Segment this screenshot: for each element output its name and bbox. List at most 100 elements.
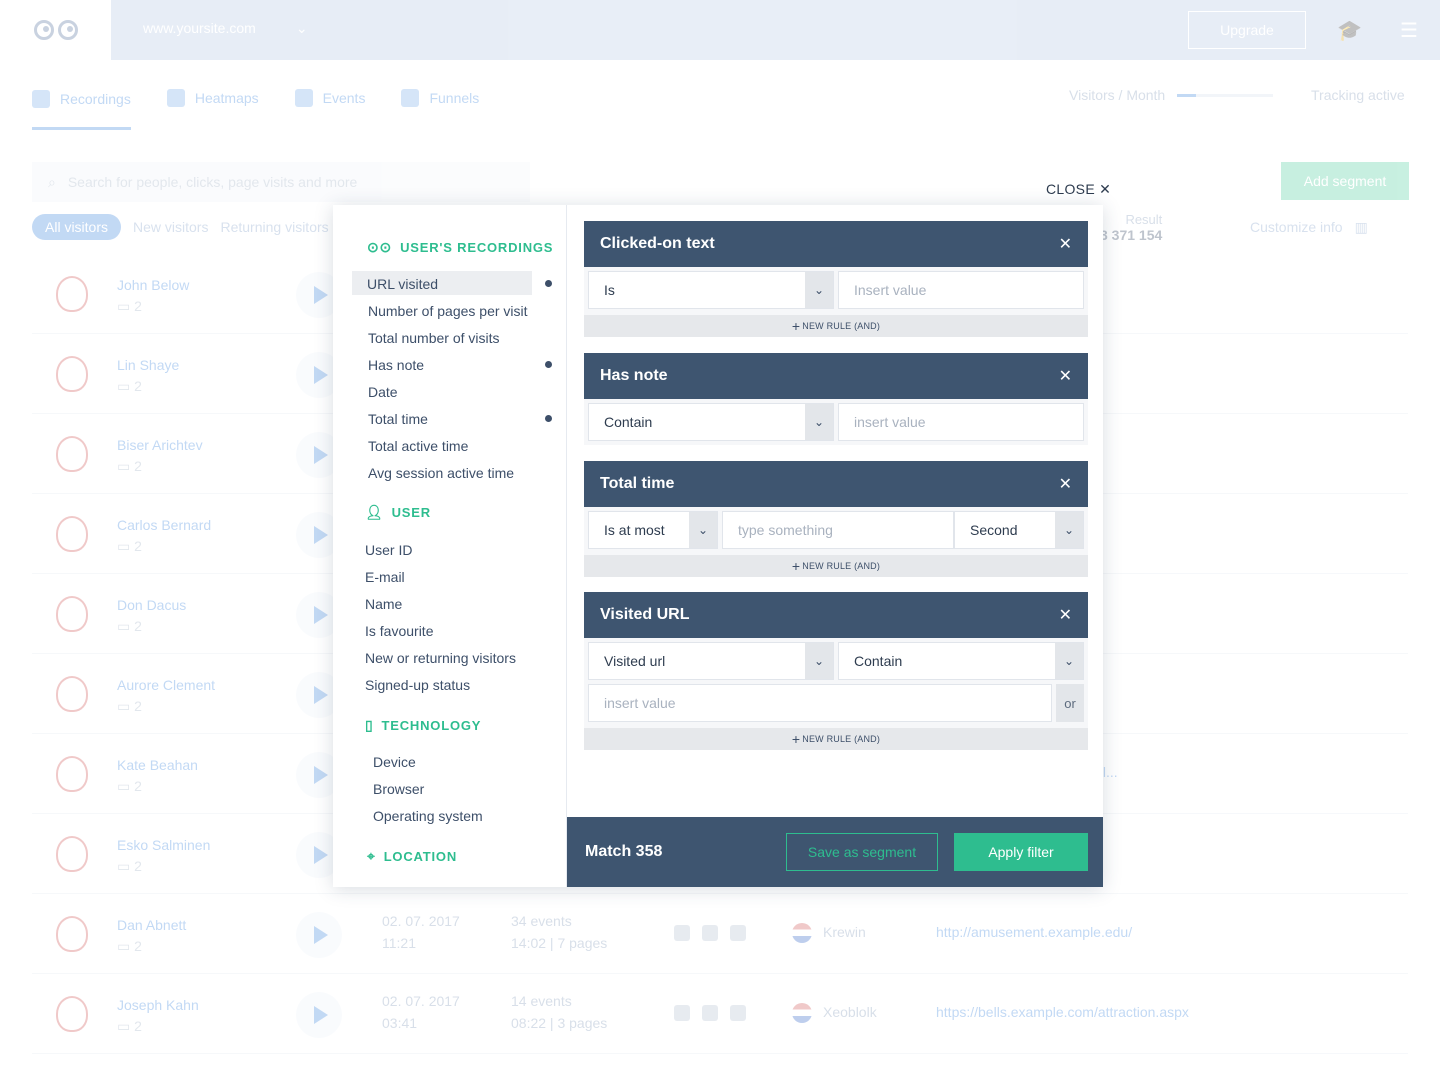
user-name[interactable]: Don Dacus	[117, 597, 186, 613]
sidebar-item-operating-system[interactable]: Operating system	[373, 808, 483, 824]
unit-select[interactable]: Second ⌄	[954, 511, 1084, 549]
avatar	[56, 916, 88, 952]
user-name[interactable]: Kate Beahan	[117, 757, 198, 773]
new-rule-button[interactable]: + NEW RULE (AND)	[584, 555, 1088, 577]
user-icon: 👤︎	[365, 504, 384, 520]
save-as-segment-button[interactable]: Save as segment	[786, 833, 938, 871]
page-url[interactable]: http://amusement.example.edu/	[936, 924, 1132, 940]
sidebar-item-avg-session-active-time[interactable]: Avg session active time	[368, 465, 514, 481]
sidebar-item-pages-per-visit[interactable]: Number of pages per visit	[368, 303, 528, 319]
play-button[interactable]	[296, 992, 342, 1038]
sidebar-item-total-visits[interactable]: Total number of visits	[368, 330, 500, 346]
pill-all-visitors[interactable]: All visitors	[32, 214, 122, 240]
tab-events[interactable]: Events	[294, 84, 365, 112]
visitors-meter: Visitors / Month	[1069, 87, 1274, 103]
value-input[interactable]: Insert value	[838, 271, 1084, 309]
recording-count: ▭ 2	[117, 378, 142, 394]
operator-select[interactable]: Contain ⌄	[838, 642, 1084, 680]
filter-rule-row: Is ⌄ Insert value	[584, 271, 1088, 309]
hamburger-menu-icon[interactable]: ☰	[1400, 18, 1418, 43]
heatmap-icon	[166, 89, 185, 107]
user-name[interactable]: Dan Abnett	[117, 917, 186, 933]
category-title: USER'S RECORDINGS	[400, 240, 554, 255]
site-select[interactable]: www.yoursite.com ⌄	[143, 20, 308, 37]
remove-filter-icon[interactable]: ✕	[1059, 234, 1072, 254]
pill-new-visitors[interactable]: New visitors	[133, 219, 208, 235]
customize-info-button[interactable]: Customize info ▥	[1250, 219, 1368, 236]
sidebar-item-total-time[interactable]: Total time	[368, 411, 428, 427]
table-row[interactable]: Joseph Kahn ▭ 2 02. 07. 2017 03:41 14 events…	[32, 974, 1408, 1054]
remove-filter-icon[interactable]: ✕	[1059, 605, 1072, 625]
sidebar-item-signed-up-status[interactable]: Signed-up status	[365, 677, 470, 693]
recording-count-value: 2	[134, 778, 142, 794]
sidebar-item-browser[interactable]: Browser	[373, 781, 424, 797]
recording-count-value: 2	[134, 298, 142, 314]
operator-select[interactable]: Contain ⌄	[588, 403, 834, 441]
recording-count-value: 2	[134, 618, 142, 634]
user-name[interactable]: Joseph Kahn	[117, 997, 199, 1013]
recording-count: ▭ 2	[117, 938, 142, 954]
field-value: Visited url	[604, 653, 666, 669]
recording-count: ▭ 2	[117, 778, 142, 794]
device-icons	[674, 925, 746, 941]
time-value: 11:21	[382, 935, 416, 951]
operator-select[interactable]: Is at most ⌄	[588, 511, 718, 549]
remove-filter-icon[interactable]: ✕	[1059, 366, 1072, 386]
new-rule-button[interactable]: + NEW RULE (AND)	[584, 315, 1088, 337]
remove-filter-icon[interactable]: ✕	[1059, 474, 1072, 494]
filter-card-has-note: Has note ✕ Contain ⌄ insert value	[584, 353, 1088, 445]
or-button[interactable]: or	[1056, 684, 1084, 722]
tab-funnels[interactable]: Funnels	[401, 84, 479, 112]
user-name[interactable]: Carlos Bernard	[117, 517, 211, 533]
chevron-down-icon: ⌄	[295, 20, 308, 36]
user-name[interactable]: Esko Salminen	[117, 837, 210, 853]
flag-icon	[792, 1003, 812, 1023]
close-button[interactable]: CLOSE ✕	[1046, 181, 1111, 198]
tab-recordings[interactable]: Recordings	[32, 84, 131, 130]
sidebar-item-total-active-time[interactable]: Total active time	[368, 438, 468, 454]
tab-heatmaps[interactable]: Heatmaps	[166, 84, 259, 112]
sidebar-item-name[interactable]: Name	[365, 596, 402, 612]
recording-count: ▭ 2	[117, 698, 142, 714]
graduation-cap-icon[interactable]: 🎓	[1337, 18, 1362, 43]
category-title: USER	[391, 505, 431, 520]
sidebar-item-user-id[interactable]: User ID	[365, 542, 412, 558]
filter-card-clicked-text: Clicked-on text ✕ Is ⌄ Insert value + NE…	[584, 221, 1088, 337]
avatar	[56, 996, 88, 1032]
sidebar-item-url-visited[interactable]: URL visited	[352, 271, 532, 295]
apply-filter-button[interactable]: Apply filter	[954, 833, 1088, 871]
sidebar-item-date[interactable]: Date	[368, 384, 398, 400]
sidebar-item-email[interactable]: E-mail	[365, 569, 405, 585]
user-name[interactable]: Aurore Clement	[117, 677, 215, 693]
events-value: 14 events	[511, 993, 572, 1009]
value-input[interactable]: type something	[722, 511, 954, 549]
upgrade-button[interactable]: Upgrade	[1188, 11, 1306, 49]
search-input[interactable]: ⌕ Search for people, clicks, page visits…	[32, 162, 530, 202]
sidebar-item-device[interactable]: Device	[373, 754, 416, 770]
sidebar-item-has-note[interactable]: Has note	[368, 357, 424, 373]
pill-returning-visitors[interactable]: Returning visitors	[220, 219, 328, 235]
page-url[interactable]: https://bells.example.com/attraction.asp…	[936, 1004, 1189, 1020]
sidebar-item-is-favourite[interactable]: Is favourite	[365, 623, 433, 639]
operator-select[interactable]: Is ⌄	[588, 271, 834, 309]
category-technology: ▯ TECHNOLOGY	[365, 717, 481, 734]
table-row[interactable]: Dan Abnett ▭ 2 02. 07. 2017 11:21 34 events 1…	[32, 894, 1408, 974]
avatar	[56, 596, 88, 632]
play-button[interactable]	[296, 912, 342, 958]
logo[interactable]	[0, 0, 111, 60]
date-value: 02. 07. 2017	[382, 913, 460, 929]
logo-eye-icon	[57, 20, 78, 40]
user-name[interactable]: Lin Shaye	[117, 357, 179, 373]
user-name[interactable]: Biser Arichtev	[117, 437, 203, 453]
field-select[interactable]: Visited url ⌄	[588, 642, 834, 680]
value-input[interactable]: insert value	[838, 403, 1084, 441]
new-rule-label: NEW RULE (AND)	[802, 561, 881, 571]
new-rule-button[interactable]: + NEW RULE (AND)	[584, 728, 1088, 750]
filter-rule-row: Contain ⌄ insert value	[584, 403, 1088, 441]
sidebar-item-new-or-returning[interactable]: New or returning visitors	[365, 650, 516, 666]
result-label: Result	[1125, 212, 1163, 227]
value-input[interactable]: insert value	[588, 684, 1052, 722]
add-segment-button[interactable]: Add segment	[1281, 162, 1409, 200]
country-name: Xeoblolk	[823, 1004, 877, 1020]
user-name[interactable]: John Below	[117, 277, 189, 293]
